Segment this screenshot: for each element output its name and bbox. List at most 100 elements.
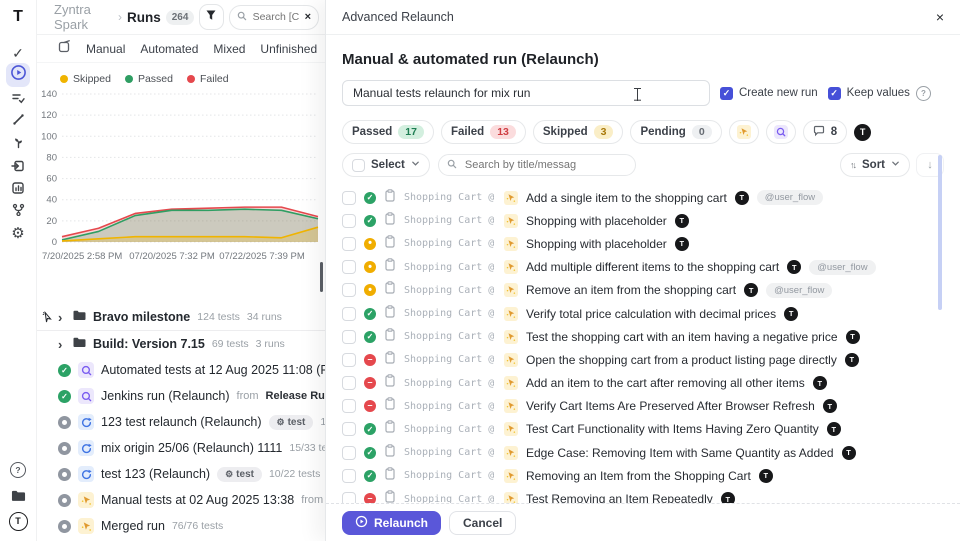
sidebar-item-import[interactable]: [6, 156, 30, 180]
test-list-item[interactable]: Shopping Cart @... Add multiple differen…: [342, 256, 944, 279]
test-title: Test the shopping cart with an item havi…: [526, 330, 838, 344]
automated-test-icon: [774, 125, 788, 139]
run-list-item[interactable]: Jenkins run (Relaunch) from Release Run …: [36, 383, 325, 409]
folder-icon: [73, 308, 86, 326]
clipboard-icon: [384, 258, 396, 276]
app-logo[interactable]: T: [6, 5, 30, 29]
sidebar-item-docs[interactable]: [6, 486, 30, 510]
relaunch-button[interactable]: Relaunch: [342, 511, 441, 535]
row-checkbox[interactable]: [342, 422, 356, 436]
run-list-item[interactable]: test 123 (Relaunch) ⚙test 10/22 tests: [36, 461, 325, 487]
manual-test-icon: [504, 330, 518, 344]
chip-skipped[interactable]: Skipped3: [533, 120, 624, 144]
skipped-count-badge: 3: [594, 125, 614, 139]
chip-failed[interactable]: Failed13: [441, 120, 526, 144]
row-checkbox[interactable]: [342, 399, 356, 413]
run-meta: 15/33 tests: [289, 442, 325, 454]
test-list-item[interactable]: Shopping Cart @... Verify total price ca…: [342, 302, 944, 325]
row-checkbox[interactable]: [342, 237, 356, 251]
svg-text:80: 80: [46, 152, 57, 163]
runs-search-input[interactable]: [251, 10, 301, 24]
run-list-item[interactable]: Merged run 76/76 tests: [36, 513, 325, 539]
run-meta: 124 tests: [197, 311, 240, 323]
breadcrumb-page: Runs: [127, 10, 161, 25]
user-avatar[interactable]: T: [6, 509, 30, 533]
sidebar-item-trend[interactable]: [6, 110, 30, 134]
close-icon[interactable]: ×: [936, 9, 944, 25]
sidebar-item-tests[interactable]: ✓: [6, 41, 30, 65]
test-suite-path: Shopping Cart @...: [404, 401, 496, 412]
run-list-item[interactable]: Automated tests at 12 Aug 2025 11:08 (Re…: [36, 357, 325, 383]
row-checkbox[interactable]: [342, 260, 356, 274]
sort-dropdown[interactable]: ↑↓ Sort: [840, 153, 910, 177]
breadcrumb-app[interactable]: Zyntra Spark: [54, 2, 113, 32]
row-checkbox[interactable]: [342, 307, 356, 321]
row-checkbox[interactable]: [342, 376, 356, 390]
modal-scrollbar[interactable]: [938, 155, 942, 310]
row-checkbox[interactable]: [342, 214, 356, 228]
chip-manual-type[interactable]: [729, 120, 759, 144]
sidebar-item-runs[interactable]: [6, 63, 30, 87]
tab-unfinished[interactable]: Unfinished: [260, 42, 317, 56]
assignee-avatar[interactable]: T: [854, 124, 871, 141]
test-list-item[interactable]: Shopping Cart @... Shopping with placeho…: [342, 209, 944, 232]
chevron-right-icon[interactable]: ›: [58, 311, 66, 324]
row-checkbox[interactable]: [342, 330, 356, 344]
tab-mixed[interactable]: Mixed: [213, 42, 245, 56]
select-all-icon[interactable]: [58, 40, 71, 58]
row-checkbox[interactable]: [342, 191, 356, 205]
manual-test-icon: [504, 191, 518, 205]
row-checkbox[interactable]: [342, 353, 356, 367]
cancel-button[interactable]: Cancel: [449, 511, 516, 535]
sidebar-item-plans[interactable]: [6, 88, 30, 112]
select-dropdown[interactable]: Select: [342, 153, 430, 177]
tab-automated[interactable]: Automated: [140, 42, 198, 56]
sidebar-item-sprout[interactable]: [6, 133, 30, 157]
run-list-item[interactable]: › Build: Version 7.15 69 tests3 runs: [36, 331, 325, 357]
run-list-item[interactable]: Manual tests at 02 Aug 2025 13:38 from C…: [36, 487, 325, 513]
assignee-avatar: T: [735, 191, 749, 205]
runs-search[interactable]: ×: [229, 5, 319, 30]
sidebar-item-settings[interactable]: ⚙: [6, 221, 30, 245]
row-checkbox[interactable]: [342, 469, 356, 483]
filter-button[interactable]: [199, 4, 223, 30]
test-list-item[interactable]: Shopping Cart @... Test the shopping car…: [342, 325, 944, 348]
run-name: Jenkins run (Relaunch): [101, 389, 230, 403]
create-new-run-checkbox[interactable]: Create new run: [720, 87, 818, 100]
test-list-item[interactable]: Shopping Cart @... Edge Case: Removing I…: [342, 441, 944, 464]
row-checkbox[interactable]: [342, 446, 356, 460]
run-list-item[interactable]: mix origin 25/06 (Relaunch) 1111 15/33 t…: [36, 435, 325, 461]
help-icon[interactable]: ?: [916, 86, 931, 101]
row-checkbox[interactable]: [342, 283, 356, 297]
left-scrollbar[interactable]: [320, 262, 323, 292]
test-list-item[interactable]: Shopping Cart @... Remove an item from t…: [342, 279, 944, 302]
test-list-item[interactable]: Shopping Cart @... Open the shopping car…: [342, 348, 944, 371]
test-suite-path: Shopping Cart @...: [404, 192, 496, 203]
chip-comments[interactable]: 8: [803, 120, 847, 144]
sidebar-item-help[interactable]: ?: [6, 458, 30, 482]
run-name: Merged run: [101, 519, 165, 533]
chip-automated-type[interactable]: [766, 120, 796, 144]
test-list-item[interactable]: Shopping Cart @... Add an item to the ca…: [342, 372, 944, 395]
test-list-item[interactable]: Shopping Cart @... Shopping with placeho…: [342, 232, 944, 255]
test-list-item[interactable]: Shopping Cart @... Add a single item to …: [342, 186, 944, 209]
tests-search[interactable]: [438, 154, 636, 176]
run-type-icon: [78, 492, 94, 508]
test-list-item[interactable]: Shopping Cart @... Verify Cart Items Are…: [342, 395, 944, 418]
keep-values-checkbox[interactable]: Keep values ?: [828, 86, 931, 101]
clear-search-icon[interactable]: ×: [305, 11, 311, 23]
chevron-right-icon[interactable]: ›: [58, 338, 66, 351]
run-list-item[interactable]: › Bravo milestone 124 tests34 runs: [36, 304, 325, 331]
run-name: Manual tests at 02 Aug 2025 13:38: [101, 493, 294, 507]
run-name-input[interactable]: [342, 80, 710, 106]
test-list-item[interactable]: Shopping Cart @... Test Cart Functionali…: [342, 418, 944, 441]
sidebar-item-reports[interactable]: [6, 178, 30, 202]
tab-manual[interactable]: Manual: [86, 42, 125, 56]
chip-passed[interactable]: Passed17: [342, 120, 434, 144]
test-list-item[interactable]: Shopping Cart @... Removing an Item from…: [342, 464, 944, 487]
checkbox-checked-icon: [720, 87, 733, 100]
search-icon: [237, 8, 247, 26]
chip-pending[interactable]: Pending0: [630, 120, 721, 144]
tests-search-input[interactable]: [463, 158, 627, 172]
run-list-item[interactable]: 123 test relaunch (Relaunch) ⚙test 15/23…: [36, 409, 325, 435]
